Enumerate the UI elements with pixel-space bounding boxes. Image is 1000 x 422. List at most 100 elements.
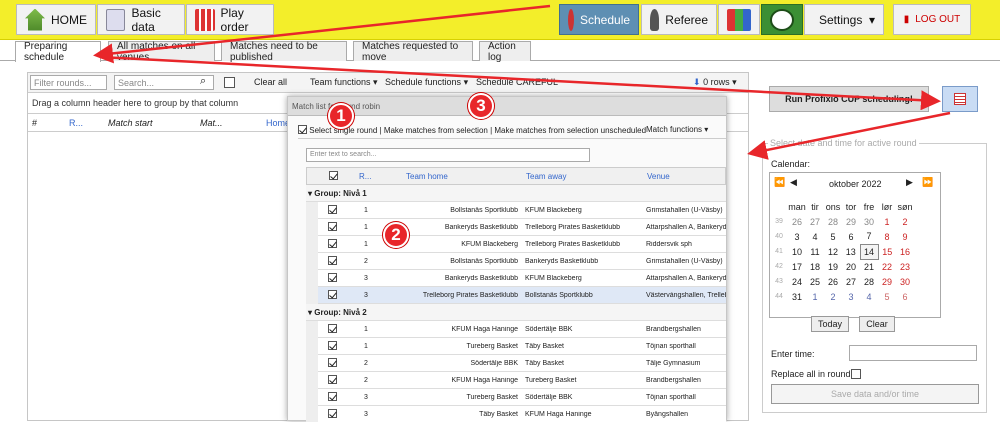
col-r[interactable]: R... — [359, 172, 371, 181]
calendar-day[interactable]: 20 — [842, 259, 860, 274]
row-checkbox[interactable] — [328, 324, 337, 333]
table-row[interactable]: 1 Tureberg Basket Täby Basket Töjnan sporth… — [306, 338, 726, 355]
referee-button[interactable]: Referee — [641, 4, 717, 35]
calendar-day[interactable]: 3 — [788, 229, 806, 244]
list-icon-button[interactable] — [942, 86, 978, 112]
row-checkbox[interactable] — [328, 239, 337, 248]
calendar-day[interactable]: 14 — [859, 243, 879, 260]
table-row[interactable]: 3 Tureberg Basket Södertälje BBK Töjnan spo… — [306, 389, 726, 406]
calendar-day[interactable]: 16 — [896, 244, 914, 259]
calendar-day[interactable]: 6 — [896, 289, 914, 304]
make-matches-button[interactable]: Make matches from selection — [384, 126, 488, 135]
calendar-day[interactable]: 25 — [806, 274, 824, 289]
calendar-day[interactable]: 28 — [860, 274, 878, 289]
group-header[interactable]: ▾ Group: Nivå 2 — [306, 304, 726, 321]
replace-all-checkbox[interactable] — [851, 369, 861, 379]
calendar-day[interactable]: 30 — [860, 214, 878, 229]
tab-need-publish[interactable]: Matches need to be published — [221, 41, 347, 63]
row-checkbox[interactable] — [328, 358, 337, 367]
calendar-day[interactable]: 18 — [806, 259, 824, 274]
row-checkbox[interactable] — [328, 273, 337, 282]
popup-search-input[interactable]: Enter text to search... — [306, 148, 590, 162]
make-unscheduled-button[interactable]: Make matches from selection unscheduled — [494, 126, 646, 135]
table-row[interactable]: 3 Trelleborg Pirates Basketklubb Bollstanä… — [306, 287, 726, 304]
table-row[interactable]: 1 Bankeryds Basketklubb Trelleborg Pirates… — [306, 219, 726, 236]
collapse-caret-icon[interactable]: ▾ — [308, 308, 312, 317]
calendar-day[interactable]: 27 — [842, 274, 860, 289]
row-checkbox[interactable] — [328, 205, 337, 214]
calendar-day[interactable]: 29 — [842, 214, 860, 229]
calendar-day[interactable]: 26 — [788, 214, 806, 229]
calendar-day[interactable]: 1 — [878, 214, 896, 229]
calendar-day[interactable]: 17 — [788, 259, 806, 274]
calendar-day[interactable]: 10 — [788, 244, 806, 259]
calendar-day[interactable]: 28 — [824, 214, 842, 229]
calendar-day[interactable]: 12 — [824, 244, 842, 259]
tab-requested-move[interactable]: Matches requested to move — [353, 41, 473, 63]
row-checkbox[interactable] — [328, 341, 337, 350]
team-functions-menu[interactable]: Team functions ▾ — [310, 77, 378, 88]
calendar-day[interactable]: 11 — [806, 244, 824, 259]
group-header[interactable]: ▾ Group: Nivå 1 — [306, 185, 726, 202]
calendar-day[interactable]: 7 — [860, 229, 878, 244]
row-checkbox[interactable] — [328, 392, 337, 401]
filter-rounds-input[interactable]: Filter rounds... — [30, 75, 107, 90]
table-row[interactable]: 3 Bankeryds Basketklubb KFUM Blackeberg Att… — [306, 270, 726, 287]
color-grid-button[interactable] — [718, 4, 760, 35]
calendar-day[interactable]: 24 — [788, 274, 806, 289]
calendar-day[interactable]: 2 — [824, 289, 842, 304]
collapse-caret-icon[interactable]: ▾ — [308, 189, 312, 198]
prev-year-icon[interactable]: ⏪ — [774, 177, 785, 188]
play-order-button[interactable]: Play order — [186, 4, 274, 35]
alarm-button[interactable] — [761, 4, 803, 35]
settings-dropdown[interactable]: Settings ▾ — [804, 4, 884, 35]
calendar-day[interactable]: 4 — [860, 289, 878, 304]
today-button[interactable]: Today — [811, 316, 849, 332]
search-input[interactable]: Search... — [114, 75, 214, 90]
schedule-careful-button[interactable]: Schedule CAREFUL — [476, 77, 558, 87]
row-count[interactable]: ⬇ 0 rows ▾ — [693, 77, 737, 88]
calendar-day[interactable]: 6 — [842, 229, 860, 244]
table-row[interactable]: 1 KFUM Haga Haninge Södertälje BBK Brandber… — [306, 321, 726, 338]
calendar-day[interactable]: 5 — [824, 229, 842, 244]
row-checkbox[interactable] — [328, 375, 337, 384]
calendar-day[interactable]: 3 — [842, 289, 860, 304]
calendar-day[interactable]: 29 — [878, 274, 896, 289]
table-row[interactable]: 2 Bollstanäs Sportklubb Bankeryds Basketkl… — [306, 253, 726, 270]
calendar-day[interactable]: 22 — [878, 259, 896, 274]
clear-button[interactable]: Clear — [859, 316, 895, 332]
calendar-day[interactable]: 27 — [806, 214, 824, 229]
col-venue[interactable]: Venue — [647, 172, 670, 181]
calendar-day[interactable]: 19 — [824, 259, 842, 274]
clear-all-button[interactable]: Clear all — [254, 77, 287, 87]
col-number[interactable]: # — [32, 118, 37, 128]
next-month-icon[interactable]: ▶ — [906, 177, 913, 188]
table-row[interactable]: 1 KFUM Blackeberg Trelleborg Pirates Baske… — [306, 236, 726, 253]
calendar-day[interactable]: 5 — [878, 289, 896, 304]
col-team-away[interactable]: Team away — [526, 172, 566, 181]
calendar-day[interactable]: 8 — [878, 229, 896, 244]
row-checkbox[interactable] — [328, 256, 337, 265]
next-year-icon[interactable]: ⏩ — [922, 177, 933, 188]
run-cup-scheduling-button[interactable]: Run Profixio CUP scheduling! — [769, 86, 929, 112]
table-row[interactable]: 2 Södertälje BBK Täby Basket Tälje Gymnasiu… — [306, 355, 726, 372]
select-all-checkbox[interactable] — [224, 77, 235, 88]
schedule-functions-menu[interactable]: Schedule functions ▾ — [385, 77, 468, 88]
home-button[interactable]: HOME — [16, 4, 96, 35]
match-functions-menu[interactable]: Match functions ▾ — [646, 125, 708, 134]
calendar-day[interactable]: 1 — [806, 289, 824, 304]
calendar-day[interactable]: 21 — [860, 259, 878, 274]
row-checkbox[interactable] — [328, 222, 337, 231]
time-input[interactable] — [849, 345, 977, 361]
calendar-day[interactable]: 4 — [806, 229, 824, 244]
calendar-day[interactable]: 9 — [896, 229, 914, 244]
table-row[interactable]: 3 Täby Basket KFUM Haga Haninge Byängshalle… — [306, 406, 726, 422]
search-icon[interactable]: ⌕ — [200, 75, 206, 88]
calendar-day[interactable]: 23 — [896, 259, 914, 274]
basic-data-button[interactable]: Basic data — [97, 4, 185, 35]
col-match[interactable]: Mat... — [200, 118, 223, 128]
table-row[interactable]: 1 Bollstanäs Sportklubb KFUM Blackeberg Gri… — [306, 202, 726, 219]
col-match-start[interactable]: Match start — [108, 118, 153, 128]
calendar-day[interactable]: 2 — [896, 214, 914, 229]
col-round[interactable]: R... — [69, 118, 83, 128]
